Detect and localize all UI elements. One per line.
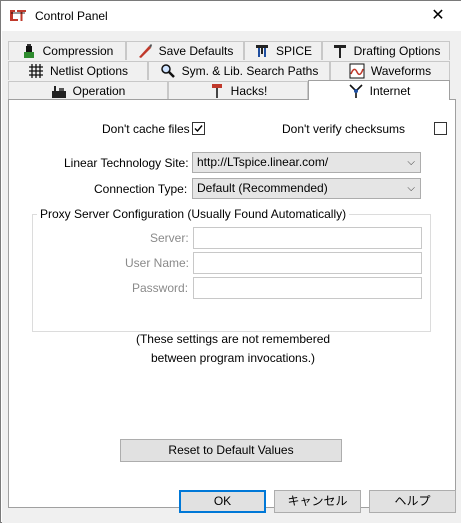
tab-label: SPICE: [275, 44, 312, 58]
site-select[interactable]: http://LTspice.linear.com/ ⌵: [192, 152, 421, 173]
settings-note-line2: between program invocations.): [150, 351, 316, 365]
internet-icon: [349, 83, 363, 98]
checkmark-icon: [194, 125, 203, 133]
connection-type-select[interactable]: Default (Recommended) ⌵: [192, 178, 421, 199]
tab-hacks[interactable]: Hacks!: [168, 81, 308, 100]
title-bar[interactable]: Control Panel ✕: [1, 1, 461, 31]
settings-note-line1: (These settings are not remembered: [135, 332, 331, 346]
site-label: Linear Technology Site:: [64, 156, 189, 170]
tab-label: Internet: [369, 83, 411, 98]
waveforms-icon: [349, 63, 365, 79]
chevron-down-icon: ⌵: [407, 183, 415, 194]
connection-type-label: Connection Type:: [94, 182, 188, 196]
server-label: Server:: [150, 231, 189, 245]
tab-label: Drafting Options: [353, 44, 441, 58]
tab-waveforms[interactable]: Waveforms: [330, 61, 450, 80]
tab-label: Operation: [72, 84, 126, 98]
netlist-icon: [28, 64, 43, 78]
internet-tab-panel: Don't cache files Don't verify checksums…: [8, 99, 456, 508]
tab-operation[interactable]: Operation: [8, 81, 168, 100]
proxy-groupbox-legend: Proxy Server Configuration (Usually Foun…: [37, 207, 350, 221]
tab-label: Compression: [42, 44, 114, 58]
tab-compression[interactable]: Compression: [8, 41, 126, 60]
hacks-icon: [211, 84, 222, 98]
dont-verify-checkbox[interactable]: [434, 122, 447, 135]
dont-verify-label: Don't verify checksums: [282, 122, 405, 136]
tab-spice[interactable]: SPICE: [244, 41, 322, 60]
close-icon[interactable]: ✕: [415, 1, 461, 31]
window-title: Control Panel: [35, 9, 108, 23]
server-input[interactable]: [193, 227, 422, 249]
tab-save-defaults[interactable]: Save Defaults: [126, 41, 244, 60]
dont-cache-label: Don't cache files: [102, 122, 190, 136]
save-defaults-icon: [138, 44, 152, 58]
search-paths-icon: [160, 64, 175, 78]
tab-label: Hacks!: [230, 84, 268, 98]
compression-icon: [23, 44, 34, 58]
tab-label: Waveforms: [370, 64, 432, 78]
operation-icon: [51, 86, 66, 98]
tab-search-paths[interactable]: Sym. & Lib. Search Paths: [148, 61, 330, 80]
chevron-down-icon: ⌵: [407, 157, 415, 168]
reset-defaults-button[interactable]: Reset to Default Values: [120, 439, 342, 462]
ltspice-app-icon: [9, 8, 27, 23]
password-label: Password:: [132, 281, 189, 295]
control-panel-window: Control Panel ✕ Compression Save Default…: [0, 0, 461, 523]
help-button[interactable]: ヘルプ: [369, 490, 456, 513]
tab-netlist-options[interactable]: Netlist Options: [8, 61, 148, 80]
user-name-label: User Name:: [125, 256, 190, 270]
tab-label: Netlist Options: [49, 64, 129, 78]
connection-type-value: Default (Recommended): [197, 181, 328, 195]
tab-drafting-options[interactable]: Drafting Options: [322, 41, 450, 60]
spice-icon: [255, 45, 268, 57]
tab-label: Sym. & Lib. Search Paths: [181, 64, 319, 78]
ok-button[interactable]: OK: [179, 490, 266, 513]
cancel-button[interactable]: キャンセル: [274, 490, 361, 513]
password-input[interactable]: [193, 277, 422, 299]
dont-cache-checkbox[interactable]: [192, 122, 205, 135]
tab-label: Save Defaults: [158, 44, 234, 58]
site-value: http://LTspice.linear.com/: [197, 155, 329, 169]
tab-internet[interactable]: Internet: [308, 80, 450, 100]
user-name-input[interactable]: [193, 252, 422, 274]
dialog-client-area: Compression Save Defaults SPICE Drafting…: [2, 31, 461, 523]
drafting-icon: [333, 45, 346, 58]
